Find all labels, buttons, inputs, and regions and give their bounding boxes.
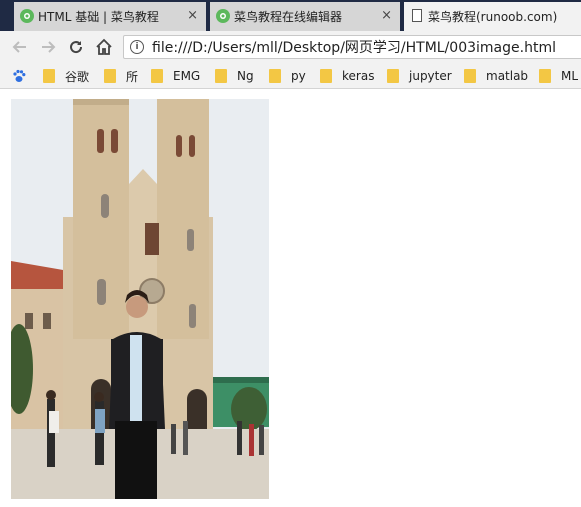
folder-icon — [269, 69, 281, 83]
folder-icon — [539, 69, 551, 83]
home-button[interactable] — [94, 37, 114, 57]
runoob-icon — [216, 9, 230, 23]
folder-icon — [43, 69, 55, 83]
close-icon[interactable]: × — [381, 9, 392, 23]
bookmark-suo[interactable]: 所 — [104, 68, 138, 84]
folder-icon — [151, 69, 163, 83]
runoob-icon — [20, 9, 34, 23]
folder-icon — [387, 69, 399, 83]
bookmark-jupyter[interactable]: jupyter — [387, 68, 452, 84]
page-icon — [412, 9, 422, 22]
reload-icon — [70, 41, 83, 54]
bookmark-matlab[interactable]: matlab — [464, 68, 528, 84]
tab-label: 菜鸟教程(runoob.com) — [428, 10, 558, 24]
forward-button[interactable] — [38, 37, 58, 57]
info-icon[interactable]: i — [130, 40, 144, 54]
tab-runoob[interactable]: 菜鸟教程(runoob.com) — [404, 2, 581, 31]
bookmark-py[interactable]: py — [269, 68, 306, 84]
close-icon[interactable]: × — [187, 9, 198, 23]
tab-label: 菜鸟教程在线编辑器 — [234, 10, 343, 24]
arrow-right-icon — [42, 41, 56, 53]
tab-strip: HTML 基础 | 菜鸟教程 × 菜鸟教程在线编辑器 × 菜鸟教程(runoob… — [0, 0, 581, 31]
folder-icon — [464, 69, 476, 83]
bookmark-google[interactable]: 谷歌 — [43, 68, 89, 84]
folder-icon — [320, 69, 332, 83]
tab-html-basics[interactable]: HTML 基础 | 菜鸟教程 × — [14, 2, 206, 31]
cathedral-photo — [11, 99, 269, 499]
folder-icon — [215, 69, 227, 83]
tab-online-editor[interactable]: 菜鸟教程在线编辑器 × — [210, 2, 400, 31]
address-bar[interactable]: i file:///D:/Users/mll/Desktop/网页学习/HTML… — [123, 35, 581, 59]
bookmark-ml[interactable]: ML — [539, 68, 578, 84]
bookmark-baidu[interactable] — [12, 68, 26, 84]
home-icon — [96, 38, 112, 55]
page-content — [0, 89, 581, 507]
bookmark-keras[interactable]: keras — [320, 68, 374, 84]
bookmark-ng[interactable]: Ng — [215, 68, 254, 84]
bookmarks-bar: 谷歌 所 EMG Ng py keras jupyter matlab ML — [0, 63, 581, 89]
bookmark-emg[interactable]: EMG — [151, 68, 200, 84]
baidu-paw-icon — [13, 69, 26, 82]
url-text: file:///D:/Users/mll/Desktop/网页学习/HTML/0… — [152, 40, 556, 56]
arrow-left-icon — [12, 41, 26, 53]
back-button[interactable] — [10, 37, 30, 57]
tab-label: HTML 基础 | 菜鸟教程 — [38, 10, 159, 24]
reload-button[interactable] — [66, 37, 86, 57]
folder-icon — [104, 69, 116, 83]
